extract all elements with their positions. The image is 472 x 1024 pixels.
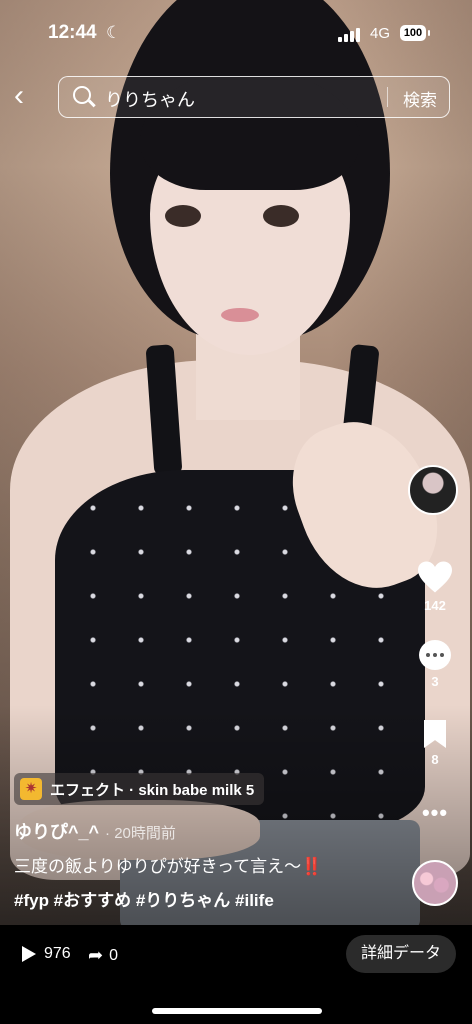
author-name[interactable]: ゆりぴ^_^ — [14, 822, 99, 842]
person-lips — [221, 308, 259, 322]
bookmark-count: 8 — [431, 752, 439, 767]
bookmark-icon — [424, 720, 446, 748]
search-icon — [73, 86, 91, 104]
status-time: 12:44 — [48, 22, 97, 43]
hashtags[interactable]: #fyp #おすすめ #りりちゃん #ilife — [14, 886, 274, 911]
more-icon: ••• — [421, 800, 449, 825]
person-eye-left — [165, 205, 201, 227]
comment-button[interactable]: 3 — [408, 640, 462, 689]
detail-data-button[interactable]: 詳細データ — [346, 935, 456, 973]
more-button[interactable]: ••• — [408, 800, 462, 826]
heart-icon — [418, 561, 452, 593]
bookmark-button[interactable]: 8 — [408, 720, 462, 767]
play-icon — [22, 946, 36, 962]
author-line[interactable]: ゆりぴ^_^ · 20時間前 — [14, 818, 176, 844]
effect-label: エフェクト · skin babe milk 5 — [50, 781, 255, 799]
network-type: 4G — [370, 25, 391, 42]
effect-tag[interactable]: ✷ エフェクト · skin babe milk 5 — [14, 773, 265, 805]
play-count: 976 — [44, 945, 71, 962]
share-icon: ➦ — [88, 945, 104, 965]
share-count: 0 — [109, 946, 118, 964]
home-indicator[interactable] — [152, 1008, 322, 1014]
bottom-bar: 976 ➦ 0 詳細データ — [0, 925, 472, 1024]
status-bar: 12:44 ☾ 4G 100 — [0, 0, 472, 70]
signal-icon — [338, 26, 364, 42]
effect-icon: ✷ — [20, 778, 42, 800]
music-disc[interactable] — [412, 860, 458, 906]
back-button[interactable]: ‹ — [14, 81, 40, 111]
like-button[interactable]: 142 — [408, 560, 462, 613]
creator-avatar[interactable] — [408, 465, 458, 515]
caption: 三度の飯よりゆりぴが好きって言え〜‼️ — [14, 852, 322, 877]
caption-text: 三度の飯よりゆりぴが好きって言え〜 — [14, 857, 302, 876]
comment-icon — [419, 640, 451, 670]
caption-emoji: ‼️ — [301, 857, 323, 876]
battery-icon: 100 — [400, 25, 430, 41]
share-stat[interactable]: ➦ 0 — [88, 945, 118, 966]
person-eye-right — [263, 205, 299, 227]
chevron-left-icon: ‹ — [14, 79, 24, 112]
search-bar[interactable]: りりちゃん 検索 — [58, 76, 450, 118]
search-button[interactable]: 検索 — [403, 86, 437, 111]
play-stat: 976 — [22, 945, 71, 963]
moon-icon: ☾ — [106, 23, 122, 42]
search-input[interactable]: りりちゃん — [105, 86, 195, 112]
search-divider — [387, 87, 388, 107]
like-count: 142 — [424, 598, 446, 613]
post-time: · 20時間前 — [105, 825, 176, 842]
comment-count: 3 — [431, 674, 439, 689]
